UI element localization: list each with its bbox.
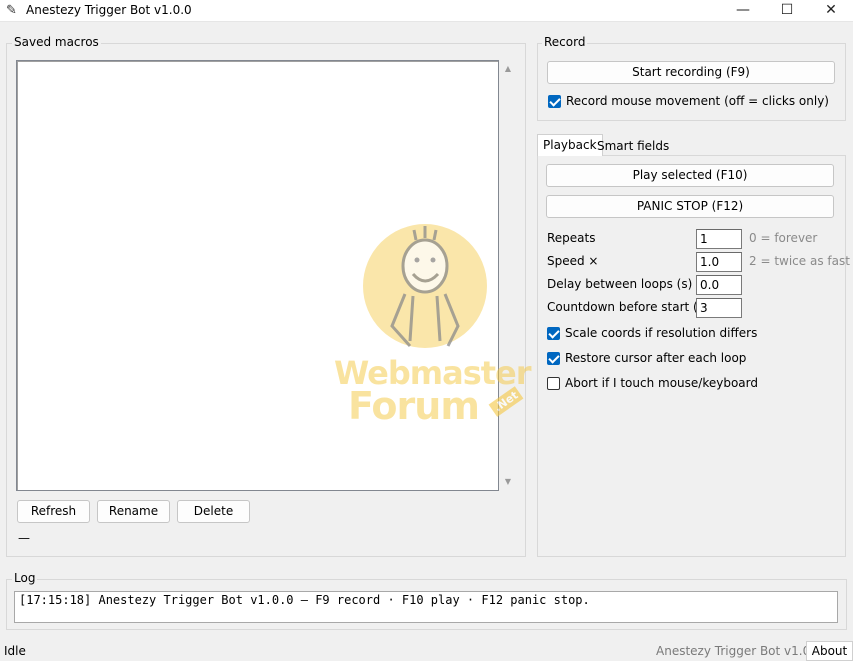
countdown-label: Countdown before start (s) bbox=[547, 300, 709, 314]
scroll-up-arrow-icon[interactable]: ▲ bbox=[503, 64, 513, 73]
delay-input[interactable]: 0.0 bbox=[696, 275, 742, 295]
log-label: Log bbox=[12, 571, 38, 585]
start-recording-button[interactable]: Start recording (F9) bbox=[547, 61, 835, 84]
tab-smart-fields[interactable]: Smart fields bbox=[592, 136, 674, 158]
record-label: Record bbox=[542, 35, 588, 49]
speed-hint: 2 = twice as fast bbox=[749, 254, 850, 268]
speed-label: Speed × bbox=[547, 254, 599, 268]
scroll-down-arrow-icon[interactable]: ▼ bbox=[503, 477, 513, 486]
status-text: Idle bbox=[4, 644, 26, 658]
app-version-text: Anestezy Trigger Bot v1.0.0 bbox=[656, 644, 822, 658]
repeats-label: Repeats bbox=[547, 231, 596, 245]
title-bar: ✎ Anestezy Trigger Bot v1.0.0 — ☐ ✕ bbox=[0, 0, 853, 22]
about-button[interactable]: About bbox=[806, 641, 853, 661]
log-output[interactable]: [17:15:18] Anestezy Trigger Bot v1.0.0 —… bbox=[14, 591, 838, 623]
restore-cursor-checkbox[interactable] bbox=[547, 352, 560, 365]
rename-button[interactable]: Rename bbox=[97, 500, 170, 523]
scale-coords-checkbox[interactable] bbox=[547, 327, 560, 340]
status-bar: Idle Anestezy Trigger Bot v1.0.0 bbox=[0, 641, 853, 661]
macro-list[interactable] bbox=[16, 60, 499, 491]
panic-stop-button[interactable]: PANIC STOP (F12) bbox=[546, 195, 834, 218]
scale-coords-label: Scale coords if resolution differs bbox=[565, 326, 758, 340]
saved-macros-label: Saved macros bbox=[12, 35, 101, 49]
minimize-button[interactable]: — bbox=[720, 0, 766, 22]
macro-status-text: — bbox=[18, 531, 30, 545]
repeats-hint: 0 = forever bbox=[749, 231, 818, 245]
close-button[interactable]: ✕ bbox=[808, 0, 853, 22]
delay-label: Delay between loops (s) bbox=[547, 277, 693, 291]
play-selected-button[interactable]: Play selected (F10) bbox=[546, 164, 834, 187]
feather-icon: ✎ bbox=[6, 3, 17, 18]
restore-cursor-label: Restore cursor after each loop bbox=[565, 351, 747, 365]
refresh-button[interactable]: Refresh bbox=[17, 500, 90, 523]
speed-input[interactable]: 1.0 bbox=[696, 252, 742, 272]
abort-on-touch-label: Abort if I touch mouse/keyboard bbox=[565, 376, 758, 390]
maximize-button[interactable]: ☐ bbox=[764, 0, 810, 22]
abort-on-touch-checkbox[interactable] bbox=[547, 377, 560, 390]
record-mouse-checkbox[interactable] bbox=[548, 95, 561, 108]
window-title: Anestezy Trigger Bot v1.0.0 bbox=[26, 3, 192, 17]
record-mouse-label: Record mouse movement (off = clicks only… bbox=[566, 94, 829, 108]
repeats-input[interactable]: 1 bbox=[696, 229, 742, 249]
delete-button[interactable]: Delete bbox=[177, 500, 250, 523]
countdown-input[interactable]: 3 bbox=[696, 298, 742, 318]
